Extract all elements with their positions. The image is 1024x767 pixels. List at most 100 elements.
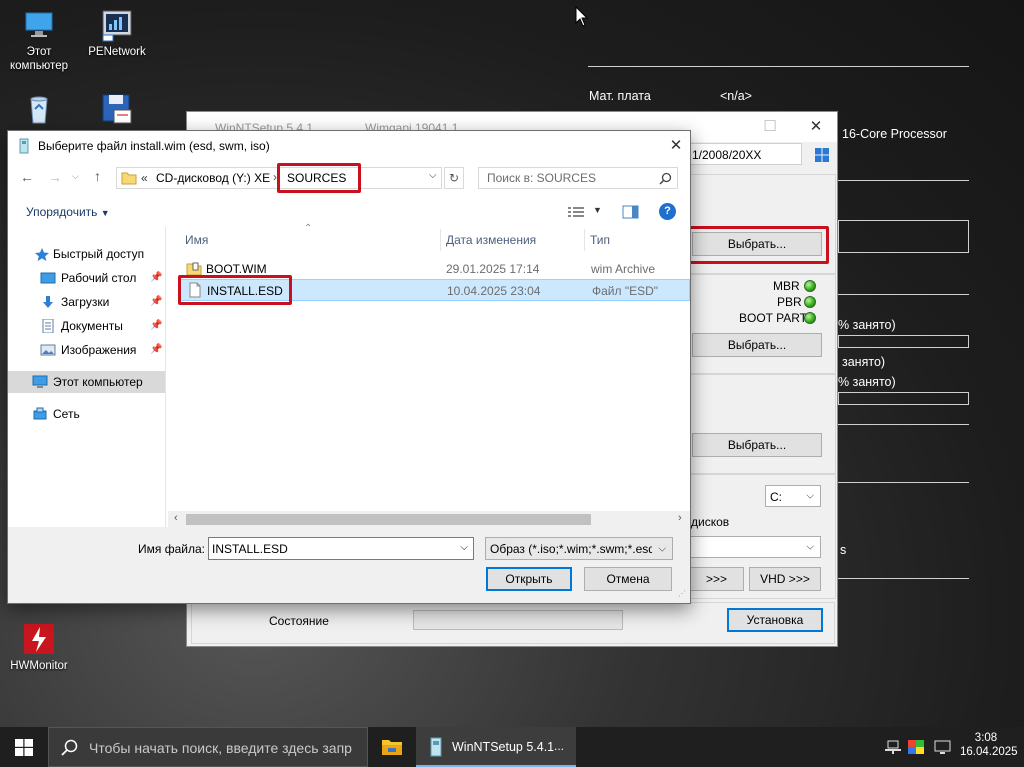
column-divider[interactable] [440,229,441,251]
dialog-close-button[interactable]: ✕ [662,134,690,158]
bginfo-disk2: занято) [842,355,886,369]
select-install-drive-button[interactable]: Выбрать... [692,433,822,457]
scrollbar-thumb[interactable] [186,514,591,525]
nav-item-downloads[interactable]: Загрузки 📌 [8,291,165,313]
chevron-down-icon: ⌵ [658,543,666,554]
maximize-button[interactable]: ☐ [747,112,793,142]
drive-letter-select[interactable]: C: ⌵ [765,485,821,507]
nav-label: Изображения [61,343,137,357]
cancel-button[interactable]: Отмена [584,567,672,591]
dialog-titlebar[interactable]: Выберите файл install.wim (esd, swm, iso… [8,131,690,161]
pin-icon[interactable]: 📌 [150,315,162,337]
help-icon[interactable]: ? [659,203,676,220]
clock-date: 16.04.2025 [960,746,1018,758]
disks-label: дисков [691,515,730,529]
breadcrumb-overflow[interactable]: « [141,171,148,185]
file-type: wim Archive [591,262,656,276]
monitor-tray-icon[interactable] [934,740,951,755]
nav-item-quick-access[interactable]: Быстрый доступ [8,243,165,265]
nav-item-this-pc[interactable]: Этот компьютер [8,371,165,393]
network-tray-icon[interactable] [884,740,902,755]
desktop-icon-this-pc[interactable]: Этот компьютер [4,8,74,73]
preview-pane-icon[interactable] [622,205,639,219]
desktop-icon-penetwork[interactable]: PENetwork [82,8,152,59]
refresh-icon[interactable]: ↻ [444,167,464,189]
open-button[interactable]: Открыть [486,567,572,591]
nav-label: Документы [61,319,123,333]
desktop-icon-hwmonitor[interactable]: HWMonitor [4,622,74,673]
display-tray-icon[interactable] [908,740,924,754]
desktop-icon-label: Этот компьютер [10,46,68,72]
bginfo-divider [838,482,969,483]
highlight-box [277,163,361,193]
back-icon[interactable]: ← [20,169,34,185]
disks-select[interactable]: ⌵ [689,536,821,558]
taskbar-search[interactable]: Чтобы начать поиск, введите здесь запр [48,727,368,767]
pbr-label: PBR [777,295,802,309]
vhd-button[interactable]: VHD >>> [749,567,821,591]
close-button[interactable]: ✕ [793,112,839,142]
taskbar-explorer[interactable] [369,727,415,767]
source-path-field[interactable]: 1/2008/20XX [689,143,802,165]
file-date: 10.04.2025 23:04 [447,284,541,298]
search-icon [61,739,78,756]
up-icon[interactable]: ↑ [94,168,101,184]
nav-item-network[interactable]: Сеть [8,403,165,425]
taskbar-clock[interactable]: 3:08 16.04.2025 [960,732,1018,758]
organize-label: Упорядочить [26,205,98,219]
column-divider[interactable] [584,229,585,251]
scroll-left-icon[interactable]: ‹ [174,512,178,524]
resize-grip-icon[interactable]: ⋰ [678,589,686,598]
bginfo-misc: s [840,543,847,557]
hwmonitor-icon [22,622,56,656]
desktop-icon-recycle-bin[interactable] [4,92,74,129]
forward-icon[interactable]: → [48,169,62,185]
pin-icon[interactable]: 📌 [150,291,162,313]
recent-chevron-icon[interactable]: ⌵ [72,171,79,182]
documents-icon [42,319,54,333]
floppy-calc-icon [100,92,134,126]
horizontal-scrollbar[interactable]: ‹ › [168,511,690,528]
install-button[interactable]: Установка [727,608,823,632]
chevron-down-icon: ▼ [100,208,110,218]
bginfo-disk3: % занято) [838,375,896,389]
desktop-icon-label: PENetwork [88,46,146,58]
nav-item-desktop[interactable]: Рабочий стол 📌 [8,267,165,289]
boot-part-label: BOOT PART [739,311,808,325]
dialog-title: Выберите файл install.wim (esd, swm, iso… [38,139,270,153]
column-header-date[interactable]: Дата изменения [446,227,536,253]
breadcrumb-drive[interactable]: CD-дисковод (Y:) XE [156,171,270,185]
address-dropdown-icon[interactable]: ⌵ [429,170,437,181]
view-dropdown-icon[interactable]: ▼ [593,205,602,215]
status-label: Состояние [269,614,329,628]
column-header-type[interactable]: Тип [590,227,610,253]
search-input[interactable]: Поиск в: SOURCES [478,167,678,189]
pin-icon[interactable]: 📌 [150,267,162,289]
bginfo-disk3-bar [838,392,969,405]
chevron-down-icon: ⌵ [806,541,814,553]
nav-item-documents[interactable]: Документы 📌 [8,315,165,337]
scroll-right-icon[interactable]: › [678,512,682,524]
column-header-name[interactable]: Имя [185,227,208,253]
progress-bar [413,610,623,630]
taskbar-winntsetup[interactable]: WinNTSetup 5.4.1 ... [416,727,576,767]
bginfo-graph-box [838,220,969,253]
chevron-down-icon[interactable]: ⌵ [460,542,468,553]
filename-input[interactable]: INSTALL.ESD ⌵ [208,537,474,560]
highlight-box [686,226,829,264]
dialog-bottom-pane: Имя файла: INSTALL.ESD ⌵ Образ (*.iso;*.… [8,527,690,603]
view-options-icon[interactable] [568,206,584,218]
desktop-icon-tool[interactable] [82,92,152,129]
select-boot-button[interactable]: Выбрать... [692,333,822,357]
nav-item-pictures[interactable]: Изображения 📌 [8,339,165,361]
star-icon [35,248,49,261]
organize-menu[interactable]: Упорядочить ▼ [26,205,110,219]
start-button-icon[interactable] [15,739,33,756]
filename-value: INSTALL.ESD [212,542,288,556]
pin-icon[interactable]: 📌 [150,339,162,361]
bginfo-motherboard-value: <n/a> [720,89,752,103]
pbr-status-led [804,296,816,308]
tweaks-button[interactable]: >>> [689,567,744,591]
file-type-filter[interactable]: Образ (*.iso;*.wim;*.swm;*.esd) ⌵ [485,537,673,560]
bginfo-divider [588,66,969,67]
